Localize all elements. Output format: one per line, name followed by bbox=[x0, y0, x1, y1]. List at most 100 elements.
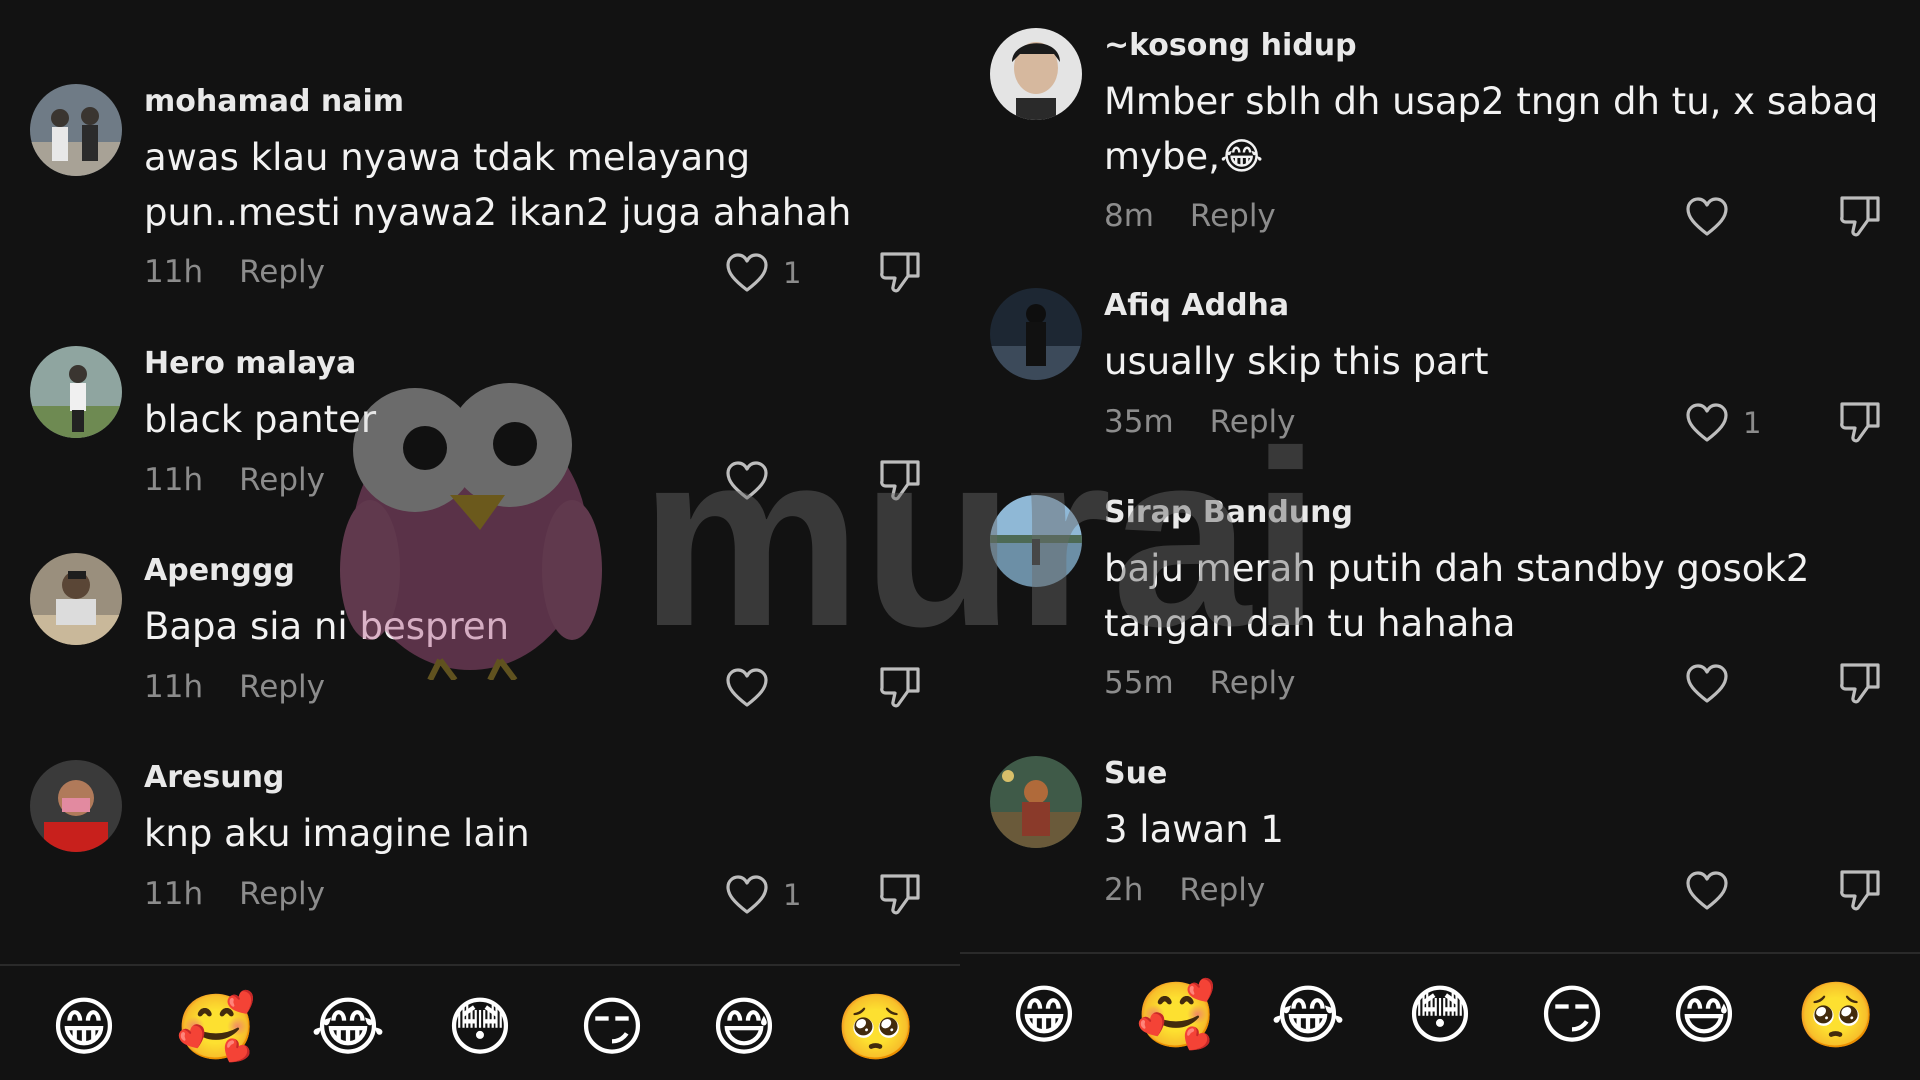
username[interactable]: Afiq Addha bbox=[1104, 288, 1289, 323]
like-count: 1 bbox=[783, 878, 802, 912]
emoji-flushed[interactable]: 😳 bbox=[1392, 980, 1488, 1052]
emoji-grin[interactable]: 😁 bbox=[36, 992, 132, 1064]
avatar[interactable] bbox=[990, 28, 1082, 120]
timestamp: 2h bbox=[1104, 872, 1144, 908]
heart-outline-icon bbox=[1686, 871, 1728, 910]
reply-button[interactable]: Reply bbox=[239, 876, 325, 912]
reply-button[interactable]: Reply bbox=[1210, 404, 1296, 440]
comments-panel-right: ~kosong hidup Mmber sblh dh usap2 tngn d… bbox=[960, 0, 1920, 1080]
username[interactable]: Apenggg bbox=[144, 553, 295, 588]
comment-text: Mmber sblh dh usap2 tngn dh tu, x sabaq … bbox=[1104, 80, 1879, 178]
reply-button[interactable]: Reply bbox=[239, 254, 325, 290]
comment-text: usually skip this part bbox=[1104, 340, 1489, 383]
heart-outline-icon bbox=[1686, 403, 1728, 442]
timestamp: 11h bbox=[144, 669, 204, 705]
heart-outline-icon bbox=[726, 668, 768, 707]
timestamp: 11h bbox=[144, 254, 204, 290]
comment-text: awas klau nyawa tdak melayang pun..mesti… bbox=[144, 136, 852, 234]
like-count: 1 bbox=[783, 256, 802, 290]
avatar[interactable] bbox=[30, 760, 122, 852]
comment-text: 3 lawan 1 bbox=[1104, 808, 1284, 851]
comment-text: knp aku imagine lain bbox=[144, 812, 530, 855]
heart-outline-icon bbox=[1686, 664, 1728, 703]
like-button[interactable] bbox=[725, 458, 845, 504]
like-button[interactable] bbox=[1685, 194, 1805, 240]
comment-text: Bapa sia ni bespren bbox=[144, 605, 510, 648]
timestamp: 55m bbox=[1104, 665, 1174, 701]
username[interactable]: ~kosong hidup bbox=[1104, 28, 1357, 63]
thumbs-down-outline-icon bbox=[1840, 196, 1880, 237]
like-button[interactable] bbox=[1685, 661, 1805, 707]
comment-meta: 11h Reply bbox=[144, 254, 325, 290]
comment-meta: 8m Reply bbox=[1104, 198, 1276, 234]
like-button[interactable]: 1 bbox=[725, 872, 845, 918]
timestamp: 35m bbox=[1104, 404, 1174, 440]
thumbs-down-outline-icon bbox=[880, 460, 920, 501]
dislike-button[interactable] bbox=[878, 872, 922, 916]
thumbs-down-outline-icon bbox=[1840, 870, 1880, 911]
emoji-smiling-hearts[interactable]: 🥰 bbox=[1128, 980, 1224, 1052]
dislike-button[interactable] bbox=[1838, 661, 1882, 705]
like-button[interactable]: 1 bbox=[725, 250, 845, 296]
comment-item: Hero malaya black panter 11h Reply bbox=[0, 346, 960, 546]
thumbs-down-outline-icon bbox=[1840, 663, 1880, 704]
avatar[interactable] bbox=[30, 553, 122, 645]
avatar[interactable] bbox=[30, 346, 122, 438]
comment-item: Sue 3 lawan 1 2h Reply bbox=[960, 756, 1920, 956]
comment-meta: 35m Reply bbox=[1104, 404, 1296, 440]
emoji-smirk[interactable]: 😏 bbox=[1524, 980, 1620, 1052]
dislike-button[interactable] bbox=[878, 250, 922, 294]
comment-item: mohamad naim awas klau nyawa tdak melaya… bbox=[0, 84, 960, 293]
username[interactable]: Sue bbox=[1104, 756, 1167, 791]
heart-outline-icon bbox=[726, 461, 768, 500]
emoji-tears-of-joy[interactable]: 😂 bbox=[1260, 980, 1356, 1052]
username[interactable]: Sirap Bandung bbox=[1104, 495, 1353, 530]
timestamp: 8m bbox=[1104, 198, 1154, 234]
username[interactable]: Hero malaya bbox=[144, 346, 356, 381]
dislike-button[interactable] bbox=[1838, 868, 1882, 912]
reply-button[interactable]: Reply bbox=[1210, 665, 1296, 701]
emoji-tears-of-joy[interactable]: 😂 bbox=[300, 992, 396, 1064]
emoji-grin[interactable]: 😁 bbox=[996, 980, 1092, 1052]
dislike-button[interactable] bbox=[1838, 400, 1882, 444]
avatar[interactable] bbox=[30, 84, 122, 176]
avatar[interactable] bbox=[990, 495, 1082, 587]
emoji-pleading[interactable]: 🥺 bbox=[828, 992, 924, 1064]
emoji-pleading[interactable]: 🥺 bbox=[1788, 980, 1884, 1052]
reply-button[interactable]: Reply bbox=[239, 669, 325, 705]
thumbs-down-outline-icon bbox=[880, 874, 920, 915]
like-button[interactable] bbox=[725, 665, 845, 711]
comment-item: Aresung knp aku imagine lain 11h Reply 1 bbox=[0, 760, 960, 960]
emoji-smirk[interactable]: 😏 bbox=[564, 992, 660, 1064]
reply-button[interactable]: Reply bbox=[239, 462, 325, 498]
comment-item: Sirap Bandung baju merah putih dah stand… bbox=[960, 495, 1920, 704]
comment-meta: 55m Reply bbox=[1104, 665, 1296, 701]
comment-meta: 2h Reply bbox=[1104, 872, 1265, 908]
emoji-sweat-smile[interactable]: 😅 bbox=[1656, 980, 1752, 1052]
comment-meta: 11h Reply bbox=[144, 876, 325, 912]
emoji-bar: 😁 🥰 😂 😳 😏 😅 🥺 bbox=[0, 992, 960, 1064]
comment-text: baju merah putih dah standby gosok2 tang… bbox=[1104, 547, 1810, 645]
reply-button[interactable]: Reply bbox=[1190, 198, 1276, 234]
comment-item: Afiq Addha usually skip this part 35m Rep… bbox=[960, 288, 1920, 488]
heart-outline-icon bbox=[1686, 197, 1728, 236]
timestamp: 11h bbox=[144, 876, 204, 912]
emoji-bar: 😁 🥰 😂 😳 😏 😅 🥺 bbox=[960, 980, 1920, 1052]
dislike-button[interactable] bbox=[878, 458, 922, 502]
reply-button[interactable]: Reply bbox=[1179, 872, 1265, 908]
username[interactable]: mohamad naim bbox=[144, 84, 404, 119]
emoji-flushed[interactable]: 😳 bbox=[432, 992, 528, 1064]
thumbs-down-outline-icon bbox=[880, 667, 920, 708]
emoji-smiling-hearts[interactable]: 🥰 bbox=[168, 992, 264, 1064]
comment-text: black panter bbox=[144, 398, 377, 441]
dislike-button[interactable] bbox=[878, 665, 922, 709]
avatar[interactable] bbox=[990, 288, 1082, 380]
heart-outline-icon bbox=[726, 875, 768, 914]
emoji-sweat-smile[interactable]: 😅 bbox=[696, 992, 792, 1064]
like-button[interactable]: 1 bbox=[1685, 400, 1805, 446]
dislike-button[interactable] bbox=[1838, 194, 1882, 238]
like-button[interactable] bbox=[1685, 868, 1805, 914]
avatar[interactable] bbox=[990, 756, 1082, 848]
comment-item: ~kosong hidup Mmber sblh dh usap2 tngn d… bbox=[960, 28, 1920, 237]
username[interactable]: Aresung bbox=[144, 760, 284, 795]
